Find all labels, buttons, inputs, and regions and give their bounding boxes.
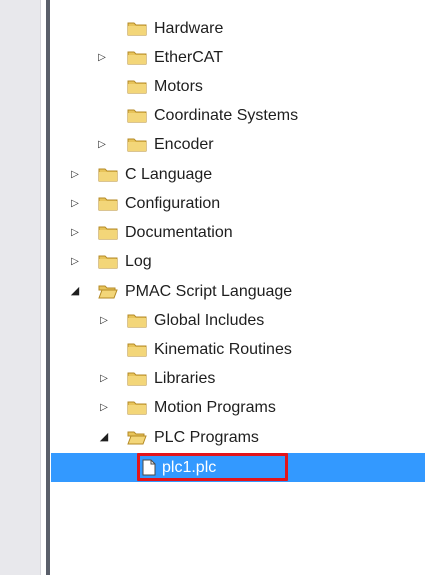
tree-item-pmac-script-language[interactable]: ◢ PMAC Script Language: [51, 277, 425, 306]
expand-arrow-icon[interactable]: ▷: [97, 306, 111, 335]
tree-item-label: PMAC Script Language: [125, 283, 293, 300]
folder-icon: [127, 341, 147, 357]
folder-icon: [98, 166, 118, 182]
tree-item-libraries[interactable]: ▷ Libraries: [51, 364, 425, 393]
folder-icon: [127, 399, 147, 415]
folder-icon: [98, 195, 118, 211]
tree-item-label: PLC Programs: [154, 429, 259, 446]
expand-arrow-icon[interactable]: ▷: [68, 189, 82, 218]
folder-icon: [127, 370, 147, 386]
folder-icon: [127, 78, 147, 94]
tree-item-label: Kinematic Routines: [154, 341, 292, 358]
tree-item-global-includes[interactable]: ▷ Global Includes: [51, 306, 425, 335]
highlight-annotation-box: [137, 453, 288, 481]
tree-item-label: Motors: [154, 78, 203, 95]
tree-item-ethercat[interactable]: ▷ EtherCAT: [51, 43, 425, 72]
tree-item-label: Hardware: [154, 20, 224, 37]
tree-item-label: C Language: [125, 166, 213, 183]
solution-explorer-tree: Hardware ▷ EtherCAT Motors Coordinate Sy…: [51, 0, 425, 575]
tree-item-coordinate-systems[interactable]: Coordinate Systems: [51, 101, 425, 130]
tree-item-label: Libraries: [154, 370, 216, 387]
expand-arrow-icon[interactable]: ▷: [95, 130, 109, 159]
tree-item-label: Encoder: [154, 136, 214, 153]
expand-arrow-icon[interactable]: ▷: [68, 247, 82, 276]
tree-item-label: Global Includes: [154, 312, 265, 329]
expand-arrow-icon[interactable]: ▷: [95, 43, 109, 72]
expand-arrow-icon[interactable]: ▷: [97, 364, 111, 393]
left-gutter: [0, 0, 41, 575]
tree-item-label: Motion Programs: [154, 399, 276, 416]
folder-icon: [98, 253, 118, 269]
tree-item-kinematic-routines[interactable]: Kinematic Routines: [51, 335, 425, 364]
tree-item-label: Configuration: [125, 195, 221, 212]
collapse-arrow-icon[interactable]: ◢: [97, 423, 111, 452]
tree-item-hardware[interactable]: Hardware: [51, 14, 425, 43]
folder-icon: [127, 312, 147, 328]
expand-arrow-icon[interactable]: ▷: [68, 160, 82, 189]
tree-item-label: Documentation: [125, 224, 233, 241]
tree-item-motion-programs[interactable]: ▷ Motion Programs: [51, 393, 425, 422]
tree-item-label: EtherCAT: [154, 49, 224, 66]
expand-arrow-icon[interactable]: ▷: [97, 393, 111, 422]
tree-item-configuration[interactable]: ▷ Configuration: [51, 189, 425, 218]
tree-item-log[interactable]: ▷ Log: [51, 247, 425, 276]
folder-icon: [127, 136, 147, 152]
expand-arrow-icon[interactable]: ▷: [68, 218, 82, 247]
tree-item-encoder[interactable]: ▷ Encoder: [51, 130, 425, 159]
folder-icon: [98, 224, 118, 240]
folder-icon: [127, 20, 147, 36]
panel-splitter[interactable]: [46, 0, 50, 575]
collapse-arrow-icon[interactable]: ◢: [68, 277, 82, 306]
folder-open-icon: [127, 429, 147, 445]
tree-item-label: Coordinate Systems: [154, 107, 299, 124]
folder-icon: [127, 107, 147, 123]
tree-item-label: Log: [125, 253, 152, 270]
folder-icon: [127, 49, 147, 65]
tree-item-documentation[interactable]: ▷ Documentation: [51, 218, 425, 247]
folder-open-icon: [98, 283, 118, 299]
tree-item-plc-programs[interactable]: ◢ PLC Programs: [51, 423, 425, 452]
tree-item-c-language[interactable]: ▷ C Language: [51, 160, 425, 189]
tree-item-motors[interactable]: Motors: [51, 72, 425, 101]
